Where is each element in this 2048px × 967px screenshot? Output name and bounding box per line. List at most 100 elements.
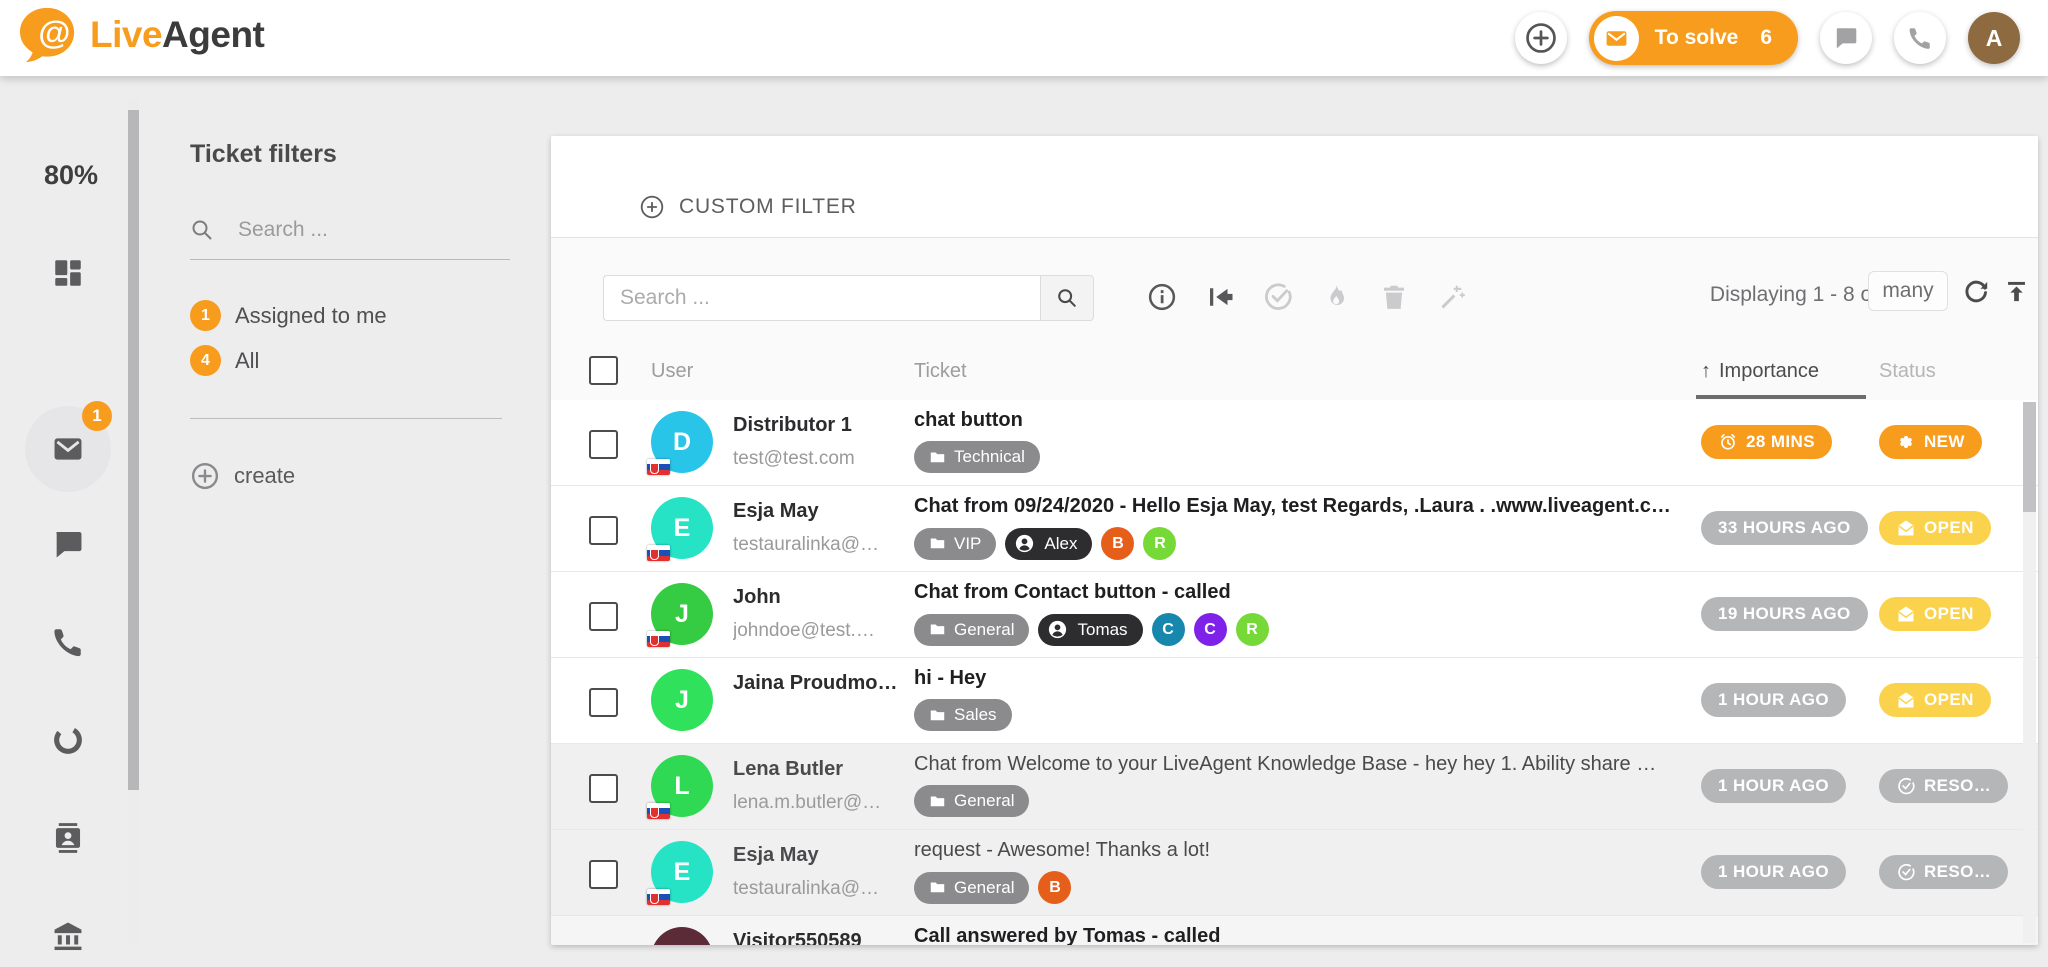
liveagent-logo[interactable]: @ LiveAgent (18, 6, 264, 64)
ticket-title[interactable]: Call answered by Tomas - called (914, 925, 1689, 945)
member-badge[interactable]: R (1143, 527, 1176, 560)
search-button[interactable] (1040, 275, 1094, 321)
department-tag[interactable]: VIP (914, 528, 996, 560)
sidebar-item-dashboard[interactable] (40, 245, 96, 301)
member-badge[interactable]: C (1194, 613, 1227, 646)
ticket-title[interactable]: Chat from Contact button - called (914, 581, 1689, 604)
svg-text:@: @ (38, 14, 70, 51)
calls-button[interactable] (1894, 12, 1946, 64)
urgent-button[interactable] (1321, 282, 1351, 312)
create-filter-button[interactable]: create (190, 461, 510, 491)
sidebar-item-calls[interactable] (40, 614, 96, 670)
bank-icon (51, 919, 85, 953)
table-row[interactable]: L Lena Butlerlena.m.butler@… Chat from W… (551, 744, 2038, 830)
ticket-title[interactable]: hi - Hey (914, 667, 1689, 690)
slovakia-flag-icon (647, 889, 670, 905)
sidebar-item-reports[interactable] (40, 712, 96, 768)
agent-tag[interactable]: Tomas (1038, 614, 1142, 646)
info-button[interactable] (1147, 282, 1177, 312)
table-toolbar: Displaying 1 - 8 of many (551, 238, 2038, 343)
open-envelope-icon (1896, 604, 1916, 624)
select-all-checkbox[interactable] (589, 356, 618, 385)
resolve-button[interactable] (1263, 282, 1293, 312)
table-row[interactable]: D Distributor 1test@test.com chat button… (551, 400, 2038, 486)
department-tag[interactable]: General (914, 872, 1029, 904)
user-name: Visitor550589 (733, 930, 905, 945)
ticket-title[interactable]: Chat from 09/24/2020 - Hello Esja May, t… (914, 495, 1689, 518)
flame-icon (1321, 282, 1351, 312)
add-button[interactable] (1515, 12, 1567, 64)
tickets-search-input[interactable] (603, 275, 1040, 321)
panel-title: Ticket filters (190, 140, 510, 169)
scroll-top-button[interactable] (2003, 278, 2030, 305)
department-tag[interactable]: Technical (914, 441, 1040, 473)
member-badge[interactable]: R (1236, 613, 1269, 646)
refresh-button[interactable] (1963, 278, 1990, 305)
custom-filter-button[interactable]: CUSTOM FILTER (639, 194, 857, 220)
table-row[interactable]: Visitor550589 Call answered by Tomas - c… (551, 916, 2038, 945)
member-badge[interactable]: B (1101, 527, 1134, 560)
nav-scrollbar-thumb[interactable] (128, 110, 139, 790)
ticket-title[interactable]: Chat from Welcome to your LiveAgent Know… (914, 753, 1689, 776)
avatar (651, 927, 713, 945)
logo-bubble-icon: @ (18, 6, 80, 64)
department-tag[interactable]: General (914, 614, 1029, 646)
forward-button[interactable] (1205, 282, 1235, 312)
status-badge: OPEN (1879, 511, 1991, 545)
avatar: L (651, 755, 713, 817)
row-checkbox[interactable] (589, 430, 618, 459)
row-checkbox[interactable] (589, 602, 618, 631)
importance-badge: 33 HOURS AGO (1701, 511, 1868, 545)
user-avatar[interactable]: A (1968, 12, 2020, 64)
table-row[interactable]: J Jaina Proudmo… hi - Hey Sales 1 HOUR A… (551, 658, 2038, 744)
delete-button[interactable] (1379, 282, 1409, 312)
department-tag[interactable]: Sales (914, 699, 1012, 731)
page-size-select[interactable]: many (1868, 271, 1948, 311)
row-checkbox[interactable] (589, 860, 618, 889)
filter-item-all[interactable]: 4 All (190, 345, 510, 376)
sidebar-item-billing[interactable] (40, 908, 96, 964)
table-row[interactable]: J Johnjohndoe@test.… Chat from Contact b… (551, 572, 2038, 658)
avatar: J (651, 583, 713, 645)
chats-button[interactable] (1820, 12, 1872, 64)
table-row[interactable]: E Esja Maytestauralinka@… Chat from 09/2… (551, 486, 2038, 572)
filter-item-assigned-to-me[interactable]: 1 Assigned to me (190, 300, 510, 331)
sidebar-item-contacts[interactable] (40, 810, 96, 866)
slovakia-flag-icon (647, 545, 670, 561)
sidebar-item-chats[interactable] (40, 516, 96, 572)
table-scrollbar-thumb[interactable] (2023, 402, 2036, 512)
dashboard-grid-icon (51, 256, 85, 290)
folder-icon (929, 707, 946, 724)
member-badge[interactable]: C (1152, 613, 1185, 646)
trash-icon (1379, 282, 1409, 312)
ticket-title[interactable]: chat button (914, 409, 1689, 432)
user-email: johndoe@test.… (733, 620, 905, 642)
phone-icon (1907, 25, 1933, 51)
column-importance[interactable]: ↑Importance (1701, 360, 1819, 383)
to-solve-button[interactable]: To solve 6 (1589, 11, 1798, 65)
importance-badge: 19 HOURS AGO (1701, 597, 1868, 631)
column-user[interactable]: User (651, 360, 693, 383)
filters-search-input[interactable] (236, 217, 490, 243)
user-email: testauralinka@… (733, 878, 905, 900)
nav-scrollbar[interactable] (128, 98, 139, 945)
sidebar-item-tickets[interactable] (40, 421, 96, 477)
department-tag[interactable]: General (914, 785, 1029, 817)
open-envelope-icon (1896, 690, 1916, 710)
column-status[interactable]: Status (1879, 360, 1936, 383)
importance-badge: 1 HOUR AGO (1701, 683, 1846, 717)
member-badge[interactable]: B (1038, 871, 1071, 904)
table-scrollbar[interactable] (2023, 402, 2036, 943)
check-circle-icon (1896, 776, 1916, 796)
tickets-badge: 1 (82, 401, 112, 431)
row-checkbox[interactable] (589, 516, 618, 545)
row-checkbox[interactable] (589, 688, 618, 717)
folder-icon (929, 535, 946, 552)
magic-wand-button[interactable] (1437, 282, 1467, 312)
ticket-title[interactable]: request - Awesome! Thanks a lot! (914, 839, 1689, 862)
row-checkbox[interactable] (589, 774, 618, 803)
table-row[interactable]: E Esja Maytestauralinka@… request - Awes… (551, 830, 2038, 916)
importance-badge: 28 MINS (1701, 425, 1832, 459)
agent-tag[interactable]: Alex (1005, 528, 1092, 560)
column-ticket[interactable]: Ticket (914, 360, 967, 383)
